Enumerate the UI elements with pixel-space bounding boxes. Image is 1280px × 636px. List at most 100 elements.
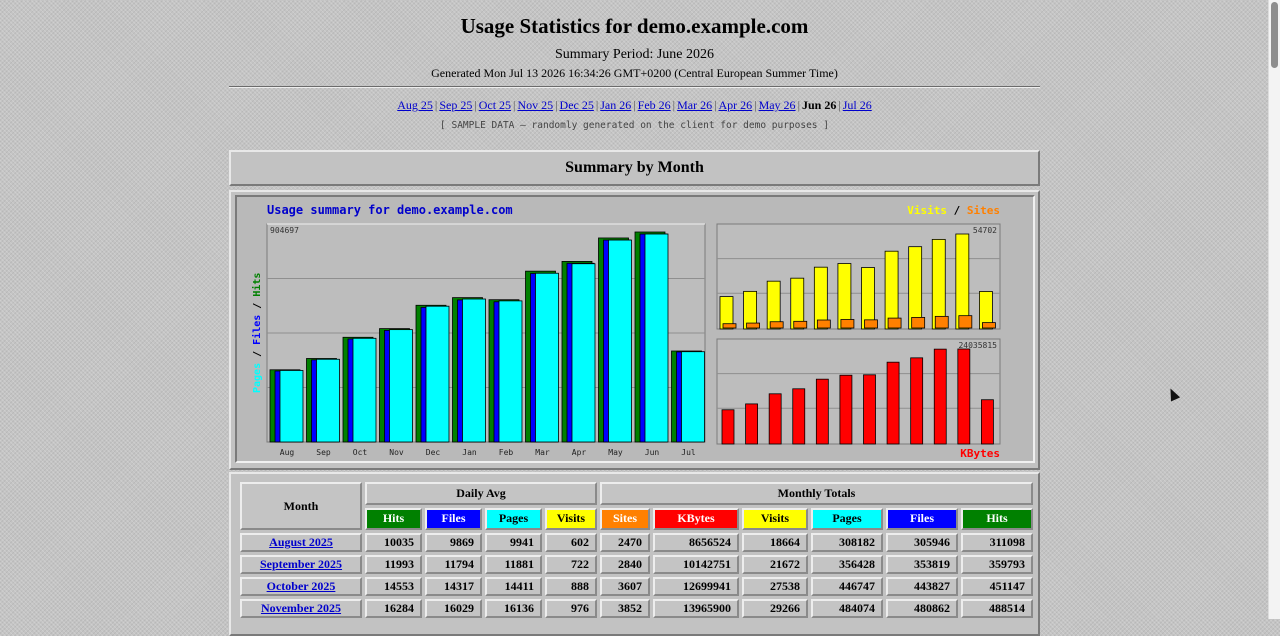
nav-month-link[interactable]: Apr 26: [718, 98, 752, 112]
month-tick-label: Oct: [353, 448, 368, 457]
pages-bar: [535, 272, 559, 443]
total-hits-header: Hits: [961, 507, 1033, 530]
nav-month-link[interactable]: Aug 25: [397, 98, 433, 112]
monthly-summary-table: Month Daily Avg Monthly Totals Hits Files…: [237, 479, 1036, 621]
table-row: October 2025 14553 14317 14411 888 3607 126999…: [240, 577, 1033, 596]
header-divider: [229, 86, 1040, 88]
sites-bar: [769, 321, 784, 329]
months-nav: Aug 25 | Sep 25 | Oct 25 | Nov 25 | Dec 25 | Jan 2…: [229, 98, 1040, 113]
daily-pages-cell: 9941: [485, 533, 542, 552]
pages-bar: [389, 329, 413, 443]
total-kbytes-cell: 13965900: [653, 599, 739, 618]
pages-bar: [608, 239, 632, 443]
nav-separator: |: [797, 98, 800, 112]
nav-separator: |: [633, 98, 636, 112]
table-row: November 2025 16284 16029 16136 976 3852 13965…: [240, 599, 1033, 618]
sites-bar: [746, 322, 760, 329]
month-header: Month: [240, 482, 362, 530]
daily-hits-cell: 11993: [365, 555, 422, 574]
month-link[interactable]: October 2025: [267, 579, 336, 593]
summary-heading-text: Summary by Month: [565, 159, 704, 176]
total-kbytes-cell: 8656524: [653, 533, 739, 552]
page-title: Usage Statistics for demo.example.com: [460, 14, 809, 38]
kbytes-bar: [768, 393, 782, 445]
month-tick-label: Jun: [645, 448, 660, 457]
total-pages-cell: 308182: [811, 533, 883, 552]
pages-bar: [498, 300, 523, 443]
daily-visits-cell: 722: [545, 555, 597, 574]
sites-bar: [887, 317, 902, 329]
kbytes-bar: [863, 374, 876, 445]
kbytes-bar: [815, 378, 829, 445]
total-pages-cell: 484074: [811, 599, 883, 618]
kbytes-bar: [839, 374, 853, 445]
total-visits-cell: 21672: [742, 555, 808, 574]
nav-month-link[interactable]: Feb 26: [638, 98, 671, 112]
total-kbytes-cell: 10142751: [653, 555, 739, 574]
month-link[interactable]: September 2025: [260, 557, 342, 571]
month-tick-label: Jan: [462, 448, 477, 457]
nav-month-link[interactable]: Dec 25: [560, 98, 594, 112]
daily-files-header: Files: [425, 507, 482, 530]
month-tick-label: May: [608, 448, 623, 457]
daily-pages-cell: 14411: [485, 577, 542, 596]
sites-bar: [958, 315, 973, 329]
nav-separator: |: [672, 98, 676, 112]
pages-bar: [279, 370, 304, 443]
pages-bar: [425, 305, 450, 443]
vertical-scrollbar[interactable]: [1268, 0, 1280, 619]
total-pages-header: Pages: [811, 507, 883, 530]
summary-period: Summary Period: June 2026: [554, 47, 715, 62]
daily-visits-cell: 888: [545, 577, 597, 596]
kbytes-legend: KBytes: [960, 447, 1000, 460]
sites-bar: [816, 319, 831, 329]
usage-graph-svg: Usage summary for demo.example.com 904697…: [251, 203, 1001, 460]
daily-avg-header: Daily Avg: [365, 482, 597, 505]
nav-separator: |: [838, 98, 841, 112]
generated-date: Generated Mon Jul 13 2026 16:34:26 GMT+0…: [431, 66, 838, 80]
month-link[interactable]: November 2025: [261, 601, 341, 615]
visits-bar: [955, 233, 970, 330]
nav-month-link[interactable]: Nov 25: [517, 98, 553, 112]
total-kbytes-header: KBytes: [653, 507, 739, 530]
daily-files-cell: 9869: [425, 533, 482, 552]
nav-month-link[interactable]: Mar 26: [677, 98, 712, 112]
daily-files-cell: 14317: [425, 577, 482, 596]
nav-separator: |: [513, 98, 516, 112]
kbytes-bar: [981, 399, 994, 445]
total-sites-cell: 2470: [600, 533, 650, 552]
nav-month-link[interactable]: May 26: [759, 98, 796, 112]
nav-month-link[interactable]: Oct 25: [479, 98, 511, 112]
visits-sites-legend: Visits / Sites: [907, 204, 1000, 217]
visits-bar: [908, 246, 923, 330]
month-tick-label: Apr: [572, 448, 587, 457]
nav-month-link[interactable]: Sep 25: [439, 98, 472, 112]
daily-hits-cell: 14553: [365, 577, 422, 596]
month-tick-label: Feb: [499, 448, 514, 457]
month-tick-label: Jul: [681, 448, 696, 457]
month-link[interactable]: August 2025: [269, 535, 333, 549]
visits-chart-max-label: 54702: [973, 226, 997, 235]
month-cell: November 2025: [240, 599, 362, 618]
nav-month-current: Jun 26: [801, 98, 837, 112]
kbytes-bar: [721, 409, 735, 445]
total-sites-header: Sites: [600, 507, 650, 530]
table-row: August 2025 10035 9869 9941 602 2470 8656524 18…: [240, 533, 1033, 552]
table-row: September 2025 11993 11794 11881 722 2840 1014…: [240, 555, 1033, 574]
sites-bar: [911, 317, 926, 329]
pages-bar: [316, 358, 340, 443]
total-sites-cell: 3852: [600, 599, 650, 618]
total-hits-cell: 311098: [961, 533, 1033, 552]
scrollbar-thumb[interactable]: [1271, 2, 1278, 68]
daily-files-cell: 16029: [425, 599, 482, 618]
sample-data-note: [ SAMPLE DATA — randomly generated on th…: [440, 120, 829, 131]
nav-month-link[interactable]: Jan 26: [600, 98, 631, 112]
table-header-row-1: Month Daily Avg Monthly Totals: [240, 482, 1033, 530]
month-cell: August 2025: [240, 533, 362, 552]
nav-month-link[interactable]: Jul 26: [843, 98, 872, 112]
total-hits-cell: 488514: [961, 599, 1033, 618]
nav-separator: |: [474, 98, 477, 112]
kbytes-bar: [792, 388, 806, 445]
total-sites-cell: 3607: [600, 577, 650, 596]
nav-separator: |: [754, 98, 757, 112]
